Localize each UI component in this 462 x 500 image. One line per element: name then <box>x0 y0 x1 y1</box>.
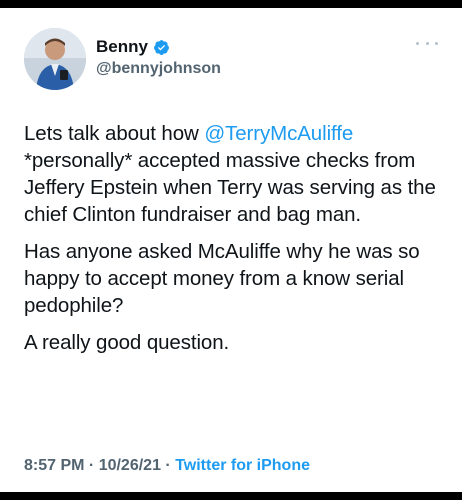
tweet-paragraph-1: Lets talk about how @TerryMcAuliffe *per… <box>24 120 444 228</box>
more-options-icon[interactable] <box>416 38 438 48</box>
tweet-metadata: 8:57 PM · 10/26/21 · Twitter for iPhone <box>24 457 310 475</box>
tweet-time[interactable]: 8:57 PM <box>24 457 84 474</box>
dot <box>425 41 429 45</box>
user-handle[interactable]: @bennyjohnson <box>96 60 221 78</box>
dot <box>416 41 419 45</box>
author-info: Benny @bennyjohnson <box>96 36 221 78</box>
tweet-source[interactable]: Twitter for iPhone <box>175 457 310 474</box>
separator: · <box>84 457 99 474</box>
dot <box>435 41 438 45</box>
mention-link[interactable]: @TerryMcAuliffe <box>204 122 353 145</box>
tweet-header: Benny @bennyjohnson <box>24 28 438 92</box>
avatar[interactable] <box>24 28 86 90</box>
tweet-card: Benny @bennyjohnson Lets talk about how … <box>0 8 462 492</box>
separator: · <box>160 457 176 474</box>
tweet-text: Lets talk about how @TerryMcAuliffe *per… <box>24 120 444 366</box>
display-name[interactable]: Benny <box>96 37 148 57</box>
display-name-row: Benny <box>96 36 221 58</box>
tweet-date[interactable]: 10/26/21 <box>99 457 161 474</box>
tweet-paragraph-3: A really good question. <box>24 331 230 354</box>
verified-badge-icon <box>154 39 169 55</box>
tweet-text-segment: *personally* accepted massive checks fro… <box>24 149 436 226</box>
tweet-text-segment: Lets talk about how <box>24 122 205 145</box>
tweet-paragraph-2: Has anyone asked McAuliffe why he was so… <box>24 240 420 317</box>
